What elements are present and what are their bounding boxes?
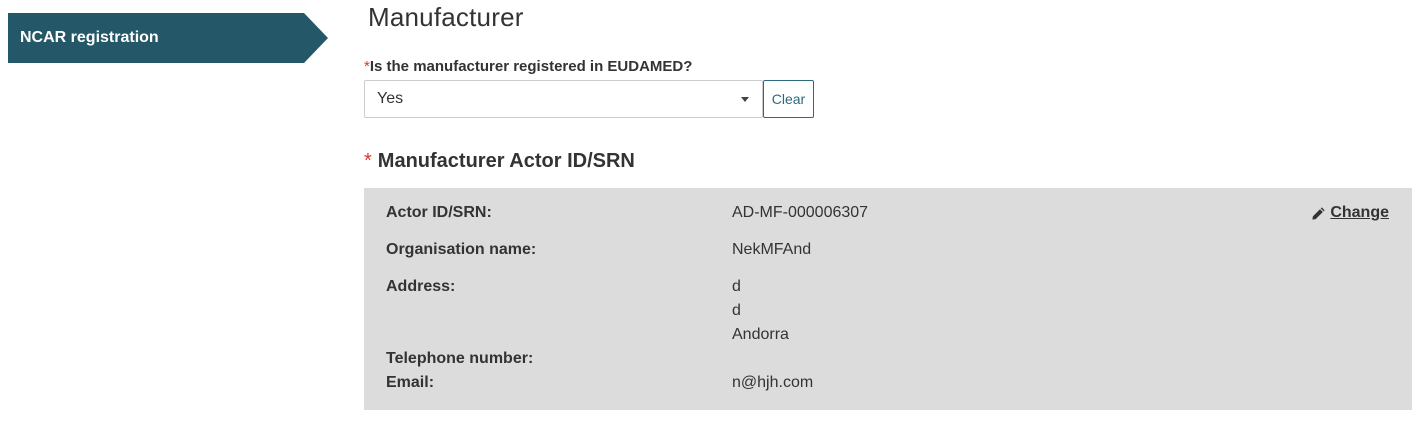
telephone-label: Telephone number:	[386, 350, 534, 367]
org-name-label: Organisation name:	[386, 241, 537, 258]
change-label: Change	[1330, 204, 1389, 221]
required-mark: *	[364, 150, 372, 172]
actor-section-title: * Manufacturer Actor ID/SRN	[364, 150, 635, 173]
address-label: Address:	[386, 278, 456, 295]
registered-select-value: Yes	[377, 90, 404, 107]
pencil-icon	[1312, 206, 1325, 220]
change-link[interactable]: Change	[1311, 204, 1389, 222]
clear-button[interactable]: Clear	[763, 80, 814, 118]
address-country: Andorra	[732, 326, 789, 343]
page: NCAR registration Manufacturer *Is the m…	[0, 0, 1424, 423]
sidebar-step-label: NCAR registration	[20, 29, 159, 46]
actor-id-label: Actor ID/SRN:	[386, 204, 492, 221]
actor-id-value: AD-MF-000006307	[732, 204, 869, 221]
actor-section-title-text: Manufacturer Actor ID/SRN	[377, 150, 635, 172]
registered-question-text: Is the manufacturer registered in EUDAME…	[369, 58, 693, 75]
chevron-down-icon	[741, 97, 749, 102]
org-name-value: NekMFAnd	[732, 241, 812, 258]
email-value: n@hjh.com	[732, 374, 814, 391]
registered-question-label: *Is the manufacturer registered in EUDAM…	[364, 58, 692, 75]
actor-details-panel: Actor ID/SRN: AD-MF-000006307 Change Org…	[364, 188, 1412, 410]
address-line-2: d	[732, 302, 741, 319]
email-label: Email:	[386, 374, 435, 391]
address-line-1: d	[732, 278, 741, 295]
sidebar-step-ncar-registration[interactable]: NCAR registration	[8, 13, 328, 63]
registered-select[interactable]: Yes	[364, 80, 763, 118]
page-title: Manufacturer	[368, 2, 524, 32]
